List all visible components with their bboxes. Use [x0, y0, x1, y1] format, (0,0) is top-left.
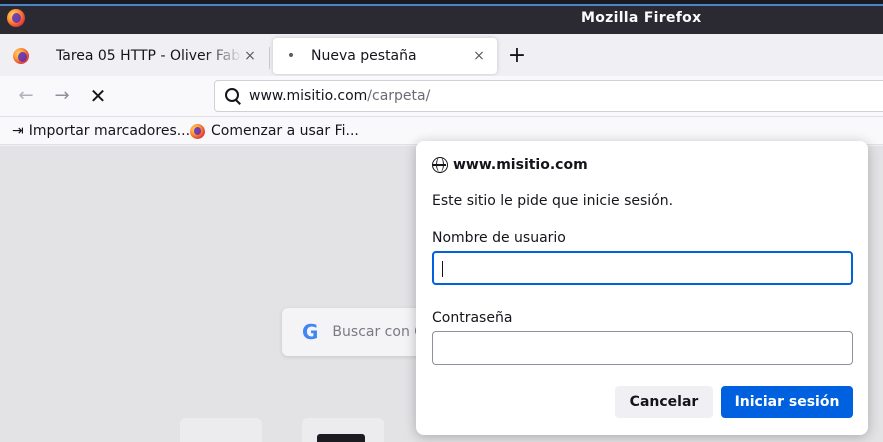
- window-title: Mozilla Firefox: [581, 10, 702, 26]
- globe-icon: [432, 157, 448, 173]
- navigation-toolbar: ← → ✕ www.misitio.com/carpeta/: [0, 76, 883, 117]
- url-host: www.misitio.com: [249, 88, 368, 104]
- tab-strip: Tarea 05 HTTP - Oliver Fabian × • Nueva …: [0, 34, 883, 76]
- dialog-host: www.misitio.com: [432, 157, 588, 173]
- new-tab-button[interactable]: +: [505, 44, 529, 68]
- tab-separator: [269, 47, 270, 69]
- username-label: Nombre de usuario: [432, 230, 566, 246]
- password-input[interactable]: [432, 331, 853, 365]
- firefox-icon: [13, 48, 29, 64]
- auth-dialog: www.misitio.com Este sitio le pide que i…: [416, 141, 868, 435]
- tab-nueva-pestana[interactable]: • Nueva pestaña ×: [273, 38, 497, 74]
- top-site-icon: [317, 434, 365, 442]
- url-bar[interactable]: www.misitio.com/carpeta/: [214, 80, 883, 112]
- bookmark-label: Importar marcadores...: [28, 123, 191, 139]
- text-caret: [442, 261, 443, 277]
- tab-close-icon[interactable]: ×: [242, 48, 258, 64]
- back-arrow-icon[interactable]: ←: [14, 84, 38, 108]
- cancel-button[interactable]: Cancelar: [615, 386, 713, 418]
- dialog-message: Este sitio le pide que inicie sesión.: [432, 193, 674, 209]
- login-button[interactable]: Iniciar sesión: [721, 386, 853, 418]
- titlebar-accent-line: [0, 4, 883, 6]
- firefox-view-button[interactable]: [8, 46, 34, 66]
- bookmark-label: Comenzar a usar Fi...: [211, 123, 359, 139]
- forward-arrow-icon[interactable]: →: [50, 84, 74, 108]
- dialog-host-text: www.misitio.com: [453, 157, 588, 173]
- stop-loading-icon[interactable]: ✕: [86, 84, 110, 108]
- import-icon: ⇥: [12, 123, 24, 139]
- google-logo-icon: G: [302, 320, 319, 344]
- search-icon: [223, 86, 243, 106]
- window-titlebar: Mozilla Firefox: [0, 0, 883, 34]
- tab-label: Nueva pestaña: [311, 48, 417, 64]
- bookmark-import[interactable]: ⇥ Importar marcadores...: [12, 121, 190, 141]
- tab-tarea-http[interactable]: Tarea 05 HTTP - Oliver Fabian ×: [46, 38, 268, 74]
- username-input[interactable]: [432, 251, 853, 285]
- bookmark-getting-started[interactable]: Comenzar a usar Fi...: [190, 121, 359, 141]
- tab-label: Tarea 05 HTTP - Oliver Fabian: [56, 48, 242, 64]
- top-site-tile[interactable]: [180, 418, 262, 442]
- tab-close-icon[interactable]: ×: [471, 48, 487, 64]
- firefox-icon: [190, 123, 205, 139]
- search-placeholder: Buscar con G: [332, 324, 426, 340]
- password-label: Contraseña: [432, 310, 513, 326]
- tab-loading-icon: •: [286, 48, 296, 64]
- url-path: /carpeta/: [367, 88, 431, 104]
